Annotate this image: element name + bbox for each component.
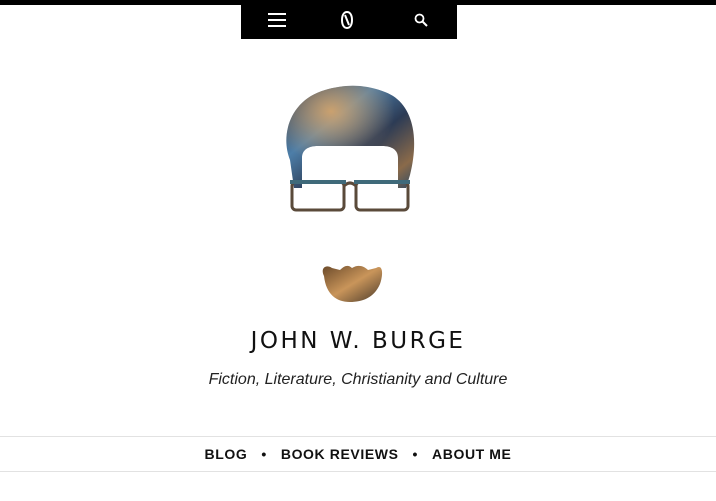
site-tagline: Fiction, Literature, Christianity and Cu…: [208, 371, 508, 388]
beard-shape: [322, 265, 383, 302]
site-title[interactable]: JOHN W. BURGE: [0, 328, 716, 354]
nav-separator: •: [261, 446, 267, 462]
nav-link-book-reviews[interactable]: BOOK REVIEWS: [281, 446, 399, 462]
top-toolbar: [241, 0, 457, 39]
nav-link-about-me[interactable]: ABOUT ME: [432, 446, 511, 462]
glasses-shape: [290, 180, 410, 212]
menu-button[interactable]: [257, 0, 297, 39]
face-silhouette-logo[interactable]: [270, 80, 430, 310]
main-navigation: BLOG • BOOK REVIEWS • ABOUT ME: [0, 437, 716, 471]
nav-bottom-divider: [0, 471, 716, 472]
home-logo-button[interactable]: [327, 0, 367, 39]
nav-separator: •: [412, 446, 419, 462]
search-icon: [414, 13, 428, 27]
nav-link-blog[interactable]: BLOG: [205, 446, 248, 462]
site-monogram-icon: [340, 10, 354, 29]
hamburger-menu-icon: [268, 12, 286, 27]
search-button[interactable]: [401, 0, 441, 39]
